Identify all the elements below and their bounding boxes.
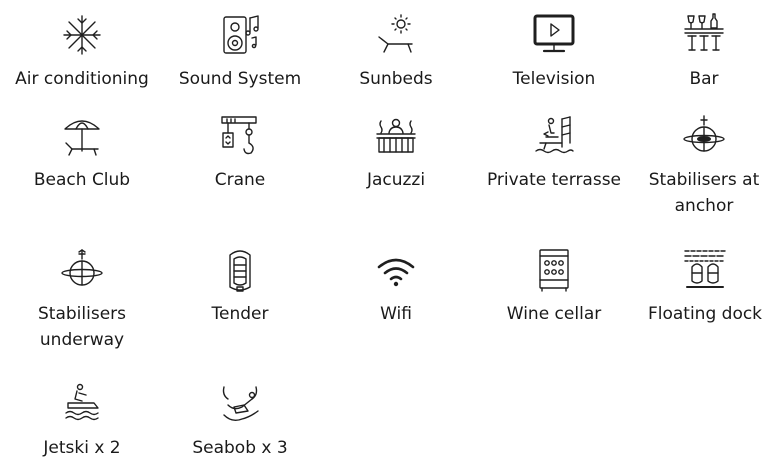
terrace-icon [532,113,576,159]
amenity-label: Private terrasse [486,170,622,190]
amenity-label: Television [512,69,596,89]
amenity-label: Beach Club [33,170,131,190]
amenity-label: Wifi [380,304,412,324]
amenity-jacuzzi: Jacuzzi [318,113,474,193]
seabob-icon [218,381,262,427]
amenity-label: Sunbeds [359,69,433,89]
snowflake-icon [60,12,104,58]
amenity-label: Wine cellar [506,304,602,324]
amenity-television: Television [474,12,634,92]
jetski-icon [60,381,104,427]
wine-cellar-icon [532,247,576,293]
amenity-label: Jacuzzi [366,170,426,190]
amenity-label: Crane [214,170,266,190]
amenity-private-terrasse: Private terrasse [474,113,634,193]
amenity-label: Stabilisers at anchor [648,170,760,216]
jacuzzi-icon [374,113,418,159]
amenity-label: Air conditioning [15,69,149,89]
speaker-music-icon [218,12,262,58]
amenity-stabilisers-anchor: Stabilisers at anchor [634,113,774,219]
amenity-air-conditioning: Air conditioning [2,12,162,92]
wifi-icon [374,247,418,293]
amenity-label: Stabilisers underway [38,304,126,350]
amenity-jetski: Jetski x 2 [2,381,162,461]
sunbed-icon [374,12,418,58]
television-icon [532,12,576,58]
amenity-wine-cellar: Wine cellar [474,247,634,327]
amenity-crane: Crane [162,113,318,193]
amenity-sound-system: Sound System [162,12,318,92]
amenity-wifi: Wifi [318,247,474,327]
floating-dock-icon [683,247,727,293]
crane-icon [218,113,262,159]
stabiliser-underway-icon [60,247,104,293]
amenity-label: Bar [689,69,719,89]
amenity-floating-dock: Floating dock [634,247,776,327]
stabiliser-anchor-icon [682,113,726,159]
amenity-beach-club: Beach Club [2,113,162,193]
amenity-label: Sound System [178,69,302,89]
tender-boat-icon [218,247,262,293]
beach-umbrella-icon [60,113,104,159]
amenity-bar: Bar [634,12,774,92]
amenity-seabob: Seabob x 3 [162,381,318,461]
amenity-label: Seabob x 3 [192,438,288,458]
amenity-label: Floating dock [647,304,763,324]
amenity-label: Tender [211,304,269,324]
amenity-tender: Tender [162,247,318,327]
bar-icon [682,12,726,58]
amenity-stabilisers-underway: Stabilisers underway [2,247,162,353]
amenity-sunbeds: Sunbeds [318,12,474,92]
amenities-grid: Air conditioning Sound System Sunbeds Te… [0,0,776,458]
amenity-label: Jetski x 2 [43,438,121,458]
